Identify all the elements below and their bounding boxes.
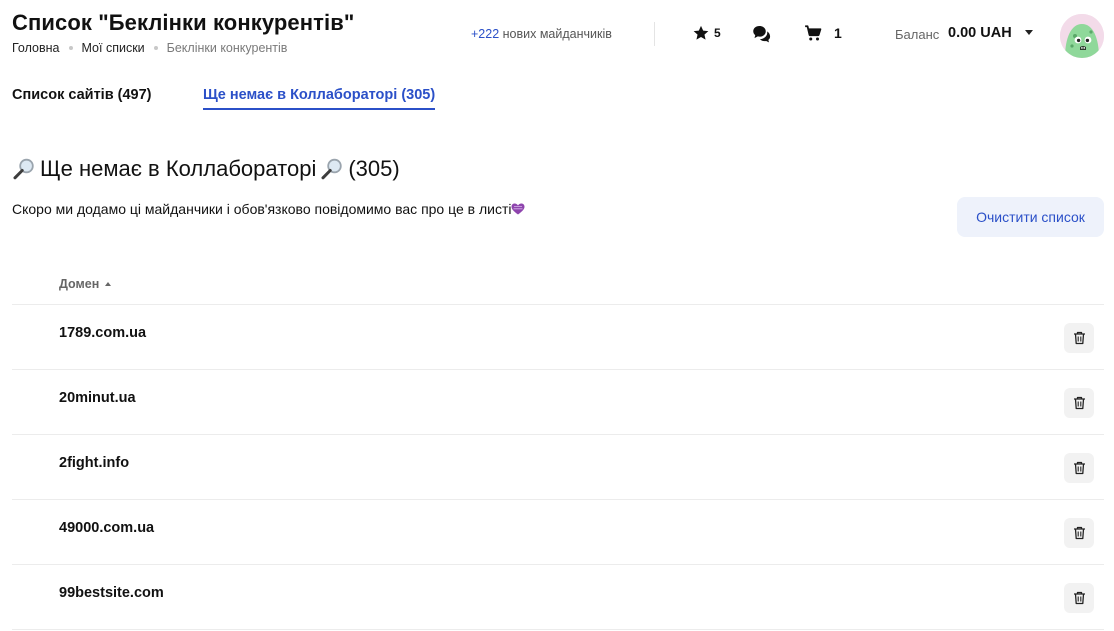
- tab-not-in-collaborator[interactable]: Ще немає в Коллабораторі (305): [203, 87, 435, 103]
- table-header: Домен: [12, 270, 1104, 305]
- heart-emoji-icon: [511, 203, 525, 215]
- row-domain: 2fight.info: [59, 455, 130, 471]
- trash-icon: [1073, 461, 1085, 475]
- trash-icon: [1073, 331, 1085, 345]
- breadcrumb-current: Беклінки конкурентів: [166, 41, 288, 55]
- balance-label: Баланс: [895, 27, 940, 42]
- section-description-text: Скоро ми додамо ці майданчики і обов'язк…: [12, 201, 512, 217]
- delete-row-button[interactable]: [1064, 453, 1094, 483]
- table-row: 99bestsite.com: [12, 565, 1104, 630]
- row-domain: 20minut.ua: [59, 390, 136, 406]
- favorites-count: 5: [714, 26, 721, 40]
- section-description: Скоро ми додамо ці майданчики і обов'язк…: [12, 199, 532, 219]
- table-row: 20minut.ua: [12, 370, 1104, 435]
- delete-row-button[interactable]: [1064, 388, 1094, 418]
- cart-count: 1: [834, 25, 842, 41]
- new-sites-count: +222: [471, 27, 500, 41]
- section-title-text: Ще немає в Коллабораторі: [40, 156, 317, 181]
- cart-button[interactable]: 1: [804, 24, 842, 42]
- page-title: Список "Беклінки конкурентів": [12, 10, 355, 35]
- section-title: Ще немає в Коллабораторі (305): [12, 156, 400, 182]
- monster-avatar-icon: [1060, 14, 1104, 58]
- delete-row-button[interactable]: [1064, 583, 1094, 613]
- trash-icon: [1073, 591, 1085, 605]
- new-sites-text: нових майданчиків: [502, 27, 612, 41]
- clear-list-button[interactable]: Очистити список: [957, 197, 1104, 237]
- balance-value[interactable]: 0.00 UAH: [948, 25, 1012, 41]
- trash-icon: [1073, 396, 1085, 410]
- breadcrumb-separator: [153, 46, 158, 50]
- row-domain: 1789.com.ua: [59, 325, 147, 341]
- table-row: 49000.com.ua: [12, 500, 1104, 565]
- column-header-domain[interactable]: Домен: [59, 277, 112, 291]
- breadcrumb-separator: [68, 46, 73, 50]
- avatar[interactable]: [1060, 14, 1104, 58]
- row-domain: 99bestsite.com: [59, 585, 164, 601]
- tab-site-list[interactable]: Список сайтів (497): [12, 87, 152, 103]
- new-sites-link[interactable]: +222 нових майданчиків: [471, 27, 612, 41]
- star-icon: [693, 25, 709, 40]
- column-header-domain-label: Домен: [59, 277, 100, 291]
- sort-ascending-icon: [105, 282, 112, 286]
- breadcrumb-home[interactable]: Головна: [12, 41, 60, 55]
- delete-row-button[interactable]: [1064, 518, 1094, 548]
- caret-down-icon[interactable]: [1025, 30, 1033, 35]
- header-divider: [654, 22, 655, 46]
- cart-icon: [805, 25, 822, 41]
- magnifier-emoji-icon: [13, 158, 34, 180]
- favorites-button[interactable]: 5: [692, 24, 721, 42]
- delete-row-button[interactable]: [1064, 323, 1094, 353]
- row-domain: 49000.com.ua: [59, 520, 155, 536]
- chat-button[interactable]: [752, 24, 772, 48]
- trash-icon: [1073, 526, 1085, 540]
- breadcrumb: Головна Мої списки Беклінки конкурентів: [12, 41, 287, 55]
- magnifier-emoji-icon: [321, 158, 343, 180]
- table-row: 1789.com.ua: [12, 305, 1104, 370]
- table-row: 2fight.info: [12, 435, 1104, 500]
- section-title-count: (305): [348, 156, 400, 181]
- active-tab-indicator: [203, 108, 435, 110]
- chat-bubbles-icon: [753, 26, 771, 43]
- breadcrumb-my-lists[interactable]: Мої списки: [82, 41, 145, 55]
